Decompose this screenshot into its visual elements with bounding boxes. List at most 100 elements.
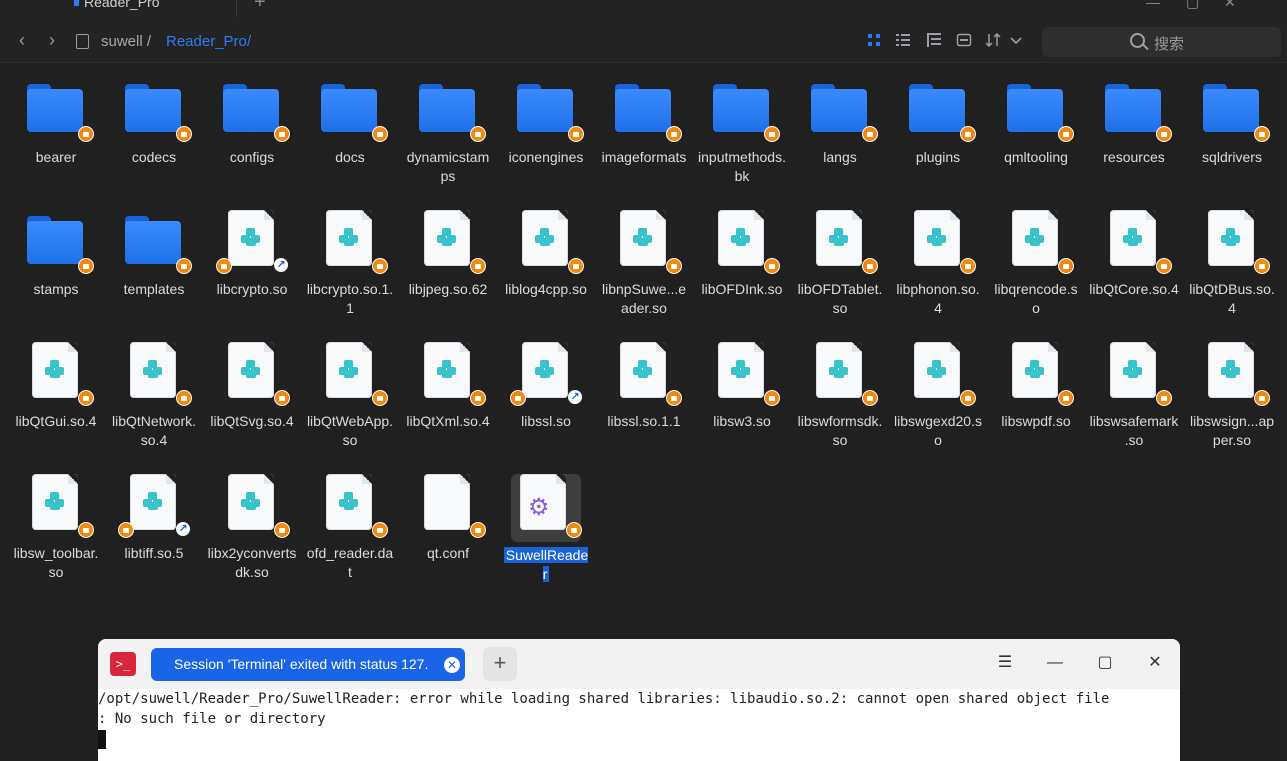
folder-item[interactable]: iconengines [501, 64, 591, 167]
symlink-icon: ↗ [568, 390, 582, 404]
chevron-down-icon[interactable] [1008, 32, 1024, 48]
terminal-minimize-button[interactable]: — [1045, 653, 1065, 673]
search-input[interactable]: 搜索 [1154, 33, 1184, 54]
library-file-icon [611, 210, 682, 276]
folder-item[interactable]: templates [109, 196, 199, 299]
list-view-icon[interactable] [895, 32, 911, 48]
folder-item[interactable]: inputmethods.bk [697, 64, 787, 186]
folder-icon [611, 78, 682, 144]
folder-icon [1101, 78, 1172, 144]
file-item[interactable]: liblog4cpp.so [501, 196, 591, 299]
folder-item[interactable]: codecs [109, 64, 199, 167]
file-item[interactable]: ofd_reader.dat [305, 460, 395, 582]
file-name: stamps [33, 281, 79, 297]
new-tab-button[interactable]: + [254, 0, 266, 12]
library-file-icon [23, 342, 94, 408]
crumb-suwell[interactable]: suwell / [101, 33, 151, 50]
folder-item[interactable]: langs [795, 64, 885, 167]
file-item[interactable]: libswformsdk.so [795, 328, 885, 450]
file-item[interactable]: libphonon.so.4 [893, 196, 983, 318]
file-item[interactable]: ↗ libtiff.so.5 [109, 460, 199, 563]
file-item[interactable]: libqrencode.so [991, 196, 1081, 318]
library-file-icon [905, 210, 976, 276]
folder-item[interactable]: configs [207, 64, 297, 167]
file-item[interactable]: ↗ libcrypto.so [207, 196, 297, 299]
tree-view-icon[interactable] [926, 32, 942, 48]
folder-item[interactable]: sqldrivers [1187, 64, 1277, 167]
crumb-reader-pro[interactable]: Reader_Pro [166, 33, 247, 50]
lock-icon [666, 126, 682, 142]
maximize-button[interactable]: ▢ [1186, 0, 1199, 11]
file-item[interactable]: libswgexd20.so [893, 328, 983, 450]
library-file-icon [219, 342, 290, 408]
file-item[interactable]: libjpeg.so.62 [403, 196, 493, 299]
file-item[interactable]: libcrypto.so.1.1 [305, 196, 395, 318]
file-item[interactable]: libQtSvg.so.4 [207, 328, 297, 431]
new-terminal-tab-button[interactable]: + [483, 647, 517, 681]
lock-icon [764, 258, 780, 274]
folder-icon [415, 78, 486, 144]
file-item[interactable]: libQtDBus.so.4 [1187, 196, 1277, 318]
file-item[interactable]: libQtGui.so.4 [11, 328, 101, 431]
folder-item[interactable]: bearer [11, 64, 101, 167]
folder-item[interactable]: stamps [11, 196, 101, 299]
terminal-close-button[interactable]: ✕ [1145, 653, 1165, 673]
file-name: iconengines [508, 149, 584, 165]
file-item[interactable]: ⚙ SuwellReader [501, 460, 591, 584]
file-name: libphonon.so.4 [896, 281, 980, 316]
search-box[interactable]: 搜索 [1042, 27, 1281, 57]
file-item[interactable]: libQtWebApp.so [305, 328, 395, 450]
preview-icon[interactable] [956, 32, 972, 48]
file-item[interactable]: qt.conf [403, 460, 493, 563]
file-name: libswsafemark.so [1089, 413, 1179, 448]
file-name: libcrypto.so.1.1 [306, 281, 394, 316]
file-item[interactable]: libswsign...apper.so [1187, 328, 1277, 450]
file-item[interactable]: libssl.so.1.1 [599, 328, 689, 431]
terminal-tab[interactable]: Session 'Terminal' exited with status 12… [151, 648, 465, 681]
file-item[interactable]: libswsafemark.so [1089, 328, 1179, 450]
file-item[interactable]: libx2yconvertsdk.so [207, 460, 297, 582]
lock-icon [176, 390, 192, 406]
file-item[interactable]: libsw_toolbar.so [11, 460, 101, 582]
terminal-window: >_ Session 'Terminal' exited with status… [98, 639, 1180, 761]
folder-item[interactable]: dynamicstamps [403, 64, 493, 186]
library-file-icon [415, 210, 486, 276]
file-item[interactable]: libOFDTablet.so [795, 196, 885, 318]
library-file-icon [1199, 210, 1270, 276]
close-window-button[interactable]: ✕ [1224, 0, 1236, 11]
close-tab-icon[interactable]: ✕ [444, 657, 460, 673]
file-item[interactable]: libswpdf.so [991, 328, 1081, 431]
folder-icon [513, 78, 584, 144]
sort-icon[interactable] [985, 32, 1001, 48]
folder-item[interactable]: qmltooling [991, 64, 1081, 167]
file-grid: bearer codecs configs docs dynamicstamps icon… [0, 64, 1287, 624]
minimize-button[interactable]: — [1146, 0, 1160, 10]
lock-icon [960, 126, 976, 142]
terminal-output[interactable]: /opt/suwell/Reader_Pro/SuwellReader: err… [98, 689, 1180, 761]
lock-icon [568, 258, 584, 274]
file-item[interactable]: libQtCore.so.4 [1089, 196, 1179, 299]
file-item[interactable]: libOFDInk.so [697, 196, 787, 299]
folder-item[interactable]: resources [1089, 64, 1179, 167]
terminal-maximize-button[interactable]: ▢ [1095, 653, 1115, 673]
tab-reader-pro[interactable]: Reader_Pro [70, 0, 237, 17]
lock-icon [78, 126, 94, 142]
lock-icon [78, 258, 94, 274]
file-name: bearer [35, 149, 77, 165]
folder-item[interactable]: docs [305, 64, 395, 167]
forward-button[interactable]: › [44, 31, 60, 49]
menu-icon[interactable]: ☰ [995, 653, 1015, 673]
folder-item[interactable]: plugins [893, 64, 983, 167]
folder-item[interactable]: imageformats [599, 64, 689, 167]
file-item[interactable]: libnpSuwe...eader.so [599, 196, 689, 318]
file-item[interactable]: libQtNetwork.so.4 [109, 328, 199, 450]
file-item[interactable]: ↗ libssl.so [501, 328, 591, 431]
file-item[interactable]: libQtXml.so.4 [403, 328, 493, 431]
lock-icon [176, 258, 192, 274]
file-item[interactable]: libsw3.so [697, 328, 787, 431]
icon-view-icon[interactable] [866, 32, 882, 48]
crumb-separator: / [247, 33, 252, 50]
library-file-icon [807, 210, 878, 276]
back-button[interactable]: ‹ [14, 31, 30, 49]
file-name: libOFDTablet.so [797, 281, 883, 316]
